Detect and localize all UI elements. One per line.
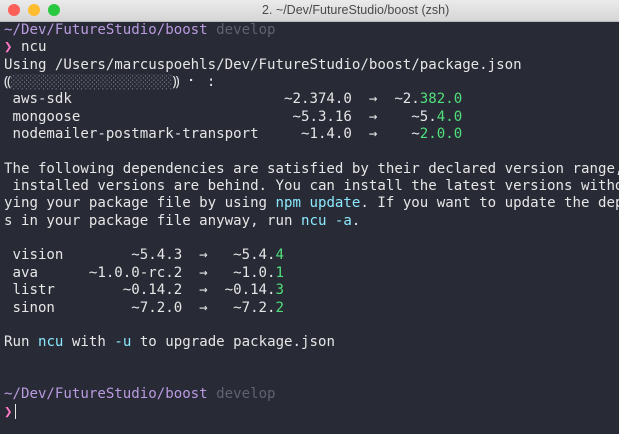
terminal-line: mongoose ~5.3.16 → ~5.4.0	[4, 109, 619, 126]
terminal-line: aws-sdk ~2.374.0 → ~2.382.0	[4, 91, 619, 108]
terminal-line: ~/Dev/FutureStudio/boost develop	[4, 386, 619, 403]
terminal-text: Using /Users/marcuspoehls/Dev/FutureStud…	[4, 56, 522, 73]
terminal-text: .	[351, 212, 361, 229]
terminal-line: Using /Users/marcuspoehls/Dev/FutureStud…	[4, 57, 619, 74]
terminal-text: mongoose ~5.3.16 → ~5.	[4, 108, 437, 125]
terminal-text: ava ~1.0.0-rc.2 → ~1.0.	[4, 264, 276, 281]
terminal-line: Run ncu with -u to upgrade package.json	[4, 334, 619, 351]
terminal-text: 4	[275, 247, 285, 264]
terminal-text: ying your package file by using	[4, 195, 276, 212]
window-title: 2. ~/Dev/FutureStudio/boost (zsh)	[262, 3, 450, 17]
terminal-text: ~/Dev/FutureStudio/boost	[4, 22, 208, 38]
terminal-line: ⸨░░░░░░░░░░░░░░░░░░░⸩ ⠂ :	[4, 74, 619, 91]
terminal-line: ❯	[4, 403, 619, 421]
terminal-text: with	[63, 334, 115, 351]
text-cursor	[14, 403, 16, 419]
terminal-text: aws-sdk ~2.374.0 → ~2.	[4, 91, 420, 108]
minimize-button[interactable]	[28, 4, 40, 16]
terminal-text: ncu	[12, 39, 47, 56]
terminal-line: vision ~5.4.3 → ~5.4.4	[4, 247, 619, 264]
terminal-text: installed versions are behind. You can i…	[12, 178, 619, 195]
window-titlebar: 2. ~/Dev/FutureStudio/boost (zsh)	[0, 0, 619, 22]
terminal-text: nodemailer-postmark-transport ~1.4.0 → ~	[4, 126, 420, 143]
terminal-text: to upgrade package.json	[131, 334, 335, 351]
terminal-text: 2	[275, 299, 285, 316]
terminal-text: . If you want to update the dependencie	[360, 195, 619, 212]
close-button[interactable]	[8, 4, 20, 16]
terminal-line: ava ~1.0.0-rc.2 → ~1.0.1	[4, 265, 619, 282]
terminal-line: sinon ~7.2.0 → ~7.2.2	[4, 300, 619, 317]
terminal-line: s in your package file anyway, run ncu -…	[4, 213, 619, 230]
terminal-line: nodemailer-postmark-transport ~1.4.0 → ~…	[4, 126, 619, 143]
terminal-line: listr ~0.14.2 → ~0.14.3	[4, 282, 619, 299]
terminal-text: 1	[275, 264, 285, 281]
prompt-chevron-icon: ❯	[4, 39, 13, 56]
terminal-line: ~/Dev/FutureStudio/boost develop	[4, 22, 619, 39]
terminal-text: The following dependencies are satisfied…	[4, 160, 619, 177]
terminal-line: installed versions are behind. You can i…	[4, 178, 619, 195]
terminal-text: npm update	[275, 195, 361, 212]
terminal-text: ░░░░░░░░░░░░░░░░░░░	[11, 74, 173, 91]
terminal-text: -u	[114, 334, 132, 351]
terminal-text: 382.0	[419, 91, 463, 108]
terminal-text: ncu -a	[300, 212, 352, 229]
terminal-text: 3	[275, 282, 285, 299]
terminal-text: 4.0	[436, 108, 463, 125]
terminal-text: develop	[207, 22, 276, 38]
terminal-text: s in your package file anyway, run	[4, 212, 301, 229]
terminal-text: sinon ~7.2.0 → ~7.2.	[4, 299, 276, 316]
terminal-line: ying your package file by using npm upda…	[4, 195, 619, 212]
terminal-line: The following dependencies are satisfied…	[4, 161, 619, 178]
zoom-button[interactable]	[48, 4, 60, 16]
terminal-line: ❯ ncu	[4, 39, 619, 56]
terminal-output[interactable]: ~/Dev/FutureStudio/boost develop ❯ ncu Usi…	[4, 22, 619, 434]
terminal-text: ~/Dev/FutureStudio/boost	[4, 386, 208, 403]
terminal-text: listr ~0.14.2 → ~0.14.	[4, 282, 276, 299]
terminal-text: ⸩ ⠂ :	[172, 74, 216, 91]
terminal-text: ncu	[37, 334, 64, 351]
terminal-text: develop	[207, 386, 276, 403]
terminal-text: Run	[4, 334, 38, 351]
terminal-text: 2.0.0	[419, 126, 463, 143]
terminal-text: vision ~5.4.3 → ~5.4.	[4, 247, 276, 264]
prompt-chevron-icon: ❯	[4, 403, 13, 420]
